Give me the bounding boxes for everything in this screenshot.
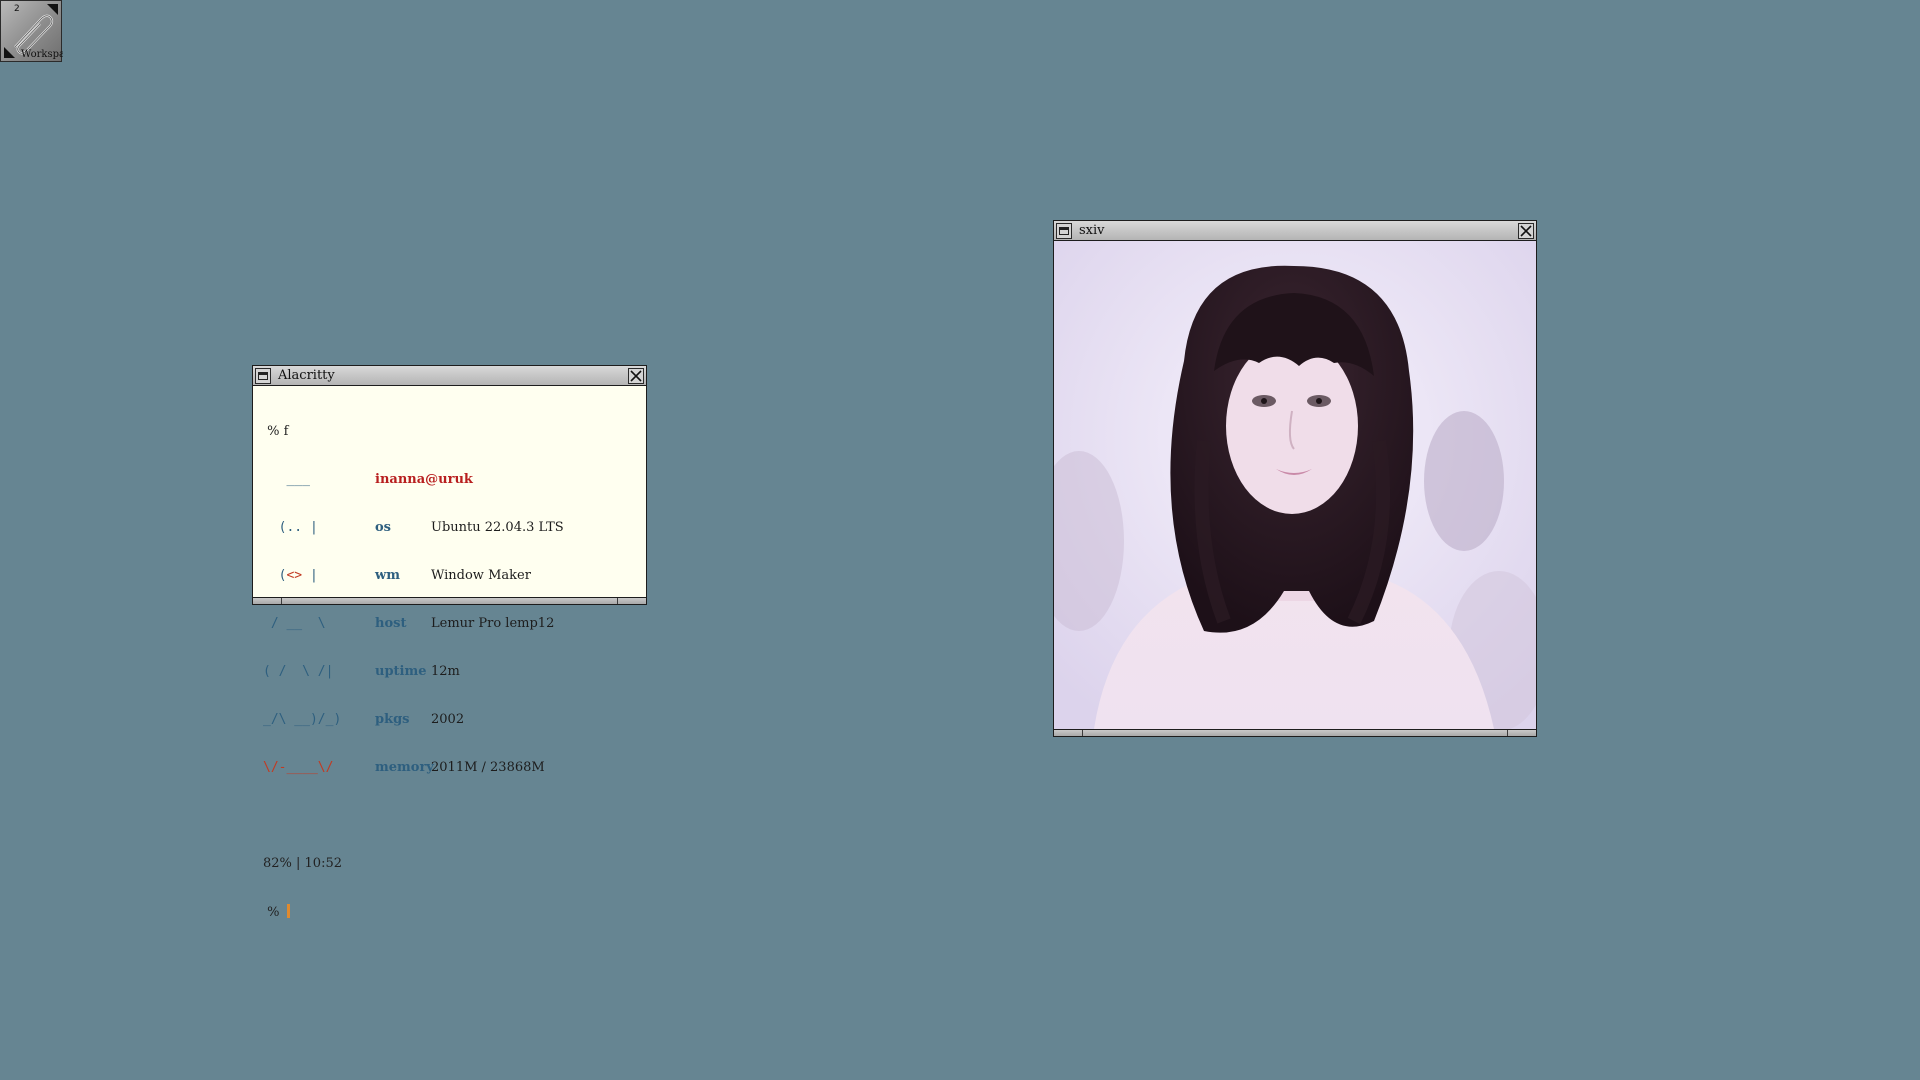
terminal-window[interactable]: Alacritty % f ___ inanna@uruk (.. | os U… bbox=[252, 365, 647, 920]
info-key-wm: wm bbox=[375, 568, 400, 583]
info-value-wm: Window Maker bbox=[431, 568, 531, 583]
terminal-titlebar[interactable]: Alacritty bbox=[253, 366, 646, 386]
ascii-art-line: (<> | bbox=[263, 568, 318, 583]
info-key-memory: memory bbox=[375, 760, 434, 775]
ascii-art-line: ( / \ /| bbox=[263, 664, 334, 679]
text-cursor bbox=[286, 904, 290, 918]
resize-grip-right[interactable] bbox=[617, 598, 618, 604]
info-value-memory: 2011M / 23868M bbox=[431, 760, 545, 775]
terminal-miniaturize-button[interactable] bbox=[255, 367, 271, 384]
close-icon bbox=[630, 369, 642, 382]
viewer-close-button[interactable] bbox=[1518, 222, 1534, 239]
resize-grip-left[interactable] bbox=[1082, 730, 1083, 736]
prev-workspace-arrow[interactable] bbox=[4, 47, 15, 58]
miniaturize-icon bbox=[1059, 226, 1069, 235]
viewer-miniaturize-button[interactable] bbox=[1056, 222, 1072, 239]
terminal-content[interactable]: % f ___ inanna@uruk (.. | os Ubuntu 22.0… bbox=[253, 386, 646, 920]
ascii-art-line: _/\ __)/_) bbox=[263, 712, 342, 727]
info-key-os: os bbox=[375, 520, 391, 535]
viewer-title: sxiv bbox=[1079, 223, 1105, 238]
viewer-titlebar[interactable]: sxiv bbox=[1054, 221, 1536, 241]
info-value-uptime: 12m bbox=[431, 664, 460, 679]
miniaturize-icon bbox=[258, 371, 268, 380]
userhost: inanna@uruk bbox=[375, 472, 473, 487]
workspace-clip[interactable]: 2 Workspace bbox=[0, 0, 63, 62]
workspace-number: 2 bbox=[14, 4, 20, 14]
workspace-name: Workspace bbox=[21, 49, 63, 60]
terminal-resizebar[interactable] bbox=[253, 597, 646, 604]
info-key-uptime: uptime bbox=[375, 664, 427, 679]
command-line: % f bbox=[263, 424, 289, 439]
viewer-resizebar[interactable] bbox=[1054, 729, 1536, 736]
resize-grip-right[interactable] bbox=[1507, 730, 1508, 736]
ascii-art-line: \/-____\/ bbox=[263, 760, 334, 775]
ascii-art-line: ___ bbox=[263, 472, 310, 487]
ascii-art-line: / __ \ bbox=[263, 616, 326, 631]
info-key-pkgs: pkgs bbox=[375, 712, 410, 727]
terminal-close-button[interactable] bbox=[628, 367, 644, 384]
info-key-host: host bbox=[375, 616, 407, 631]
image-viewer-window[interactable]: sxiv bbox=[1053, 220, 1537, 737]
info-value-host: Lemur Pro lemp12 bbox=[431, 616, 555, 631]
portrait-photo bbox=[1054, 241, 1536, 729]
status-line: 82% | 10:52 bbox=[263, 856, 343, 871]
ascii-art-line: (.. | bbox=[263, 520, 318, 535]
info-value-os: Ubuntu 22.04.3 LTS bbox=[431, 520, 564, 535]
displayed-image[interactable] bbox=[1054, 241, 1536, 729]
resize-grip-left[interactable] bbox=[281, 598, 282, 604]
terminal-title: Alacritty bbox=[278, 368, 335, 383]
prompt: % bbox=[263, 905, 280, 920]
close-icon bbox=[1520, 224, 1532, 237]
info-value-pkgs: 2002 bbox=[431, 712, 465, 727]
next-workspace-arrow[interactable] bbox=[47, 4, 58, 15]
